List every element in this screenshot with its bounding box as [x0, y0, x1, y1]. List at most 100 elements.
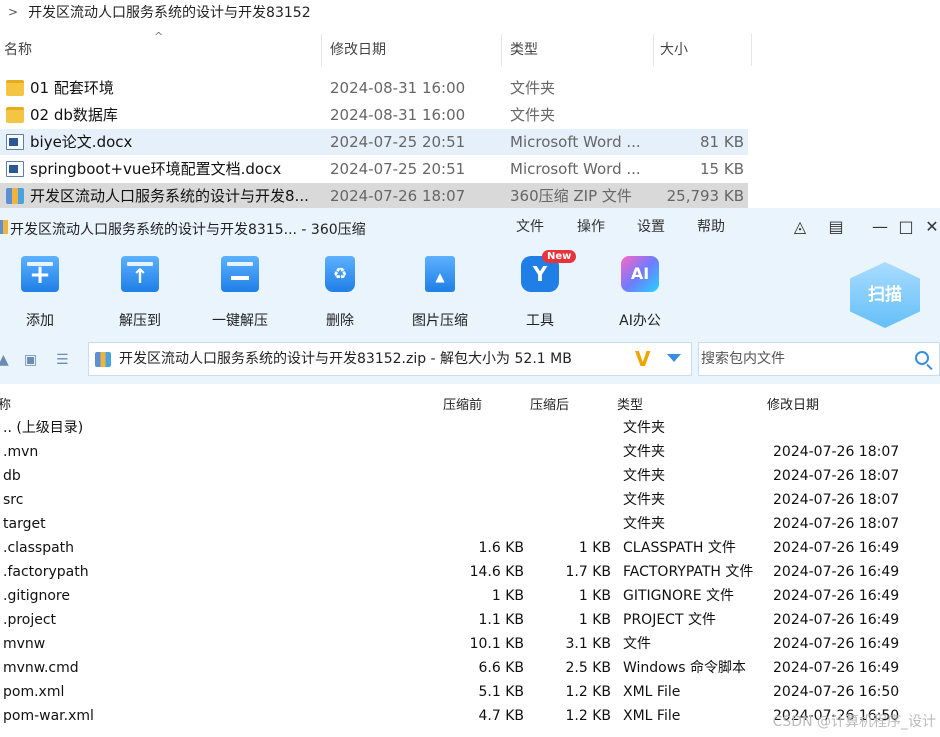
- item-type: XML File: [623, 708, 681, 724]
- list-item[interactable]: .gitignore 1 KB 1 KB GITIGNORE 文件 2024-0…: [0, 584, 930, 608]
- menu-help[interactable]: 帮助: [697, 208, 725, 246]
- chevron-right-icon: >: [8, 5, 19, 19]
- skin-shirt-icon[interactable]: ◬: [790, 218, 810, 236]
- add-icon: [21, 256, 59, 292]
- archive-path-field[interactable]: 开发区流动人口服务系统的设计与开发83152.zip - 解包大小为 52.1 …: [88, 342, 692, 376]
- extract-to-icon: [121, 256, 159, 292]
- file-size: 81 KB: [700, 133, 744, 151]
- search-input[interactable]: [701, 343, 901, 375]
- up-level-icon[interactable]: ▲: [0, 352, 9, 368]
- item-type: 文件夹: [623, 492, 665, 508]
- list-item[interactable]: src 文件夹 2024-07-26 18:07: [0, 488, 930, 512]
- list-item[interactable]: .. (上级目录) 文件夹: [0, 416, 930, 440]
- item-modified: 2024-07-26 16:49: [773, 636, 900, 652]
- image-compress-label: 图片压缩: [412, 313, 468, 329]
- file-size: 25,793 KB: [666, 187, 744, 205]
- list-item[interactable]: db 文件夹 2024-07-26 18:07: [0, 464, 930, 488]
- one-click-extract-button[interactable]: 一键解压: [200, 256, 280, 330]
- item-size-before: 14.6 KB: [469, 564, 524, 580]
- verified-v-icon[interactable]: V: [635, 347, 650, 371]
- search-icon[interactable]: [915, 351, 929, 365]
- list-item[interactable]: .factorypath 14.6 KB 1.7 KB FACTORYPATH …: [0, 560, 930, 584]
- file-type: 文件夹: [510, 79, 556, 97]
- file-name: 01 配套环境: [30, 79, 114, 97]
- breadcrumb[interactable]: > 开发区流动人口服务系统的设计与开发83152: [0, 0, 940, 24]
- item-modified: 2024-07-26 18:07: [773, 444, 900, 460]
- item-type: 文件夹: [623, 444, 665, 460]
- menu-operate[interactable]: 操作: [577, 208, 605, 246]
- sort-ascending-icon: ^: [154, 30, 164, 43]
- list-item[interactable]: mvnw.cmd 6.6 KB 2.5 KB Windows 命令脚本 2024…: [0, 656, 930, 680]
- extract-to-button[interactable]: 解压到: [100, 256, 180, 330]
- item-modified: 2024-07-26 16:49: [773, 540, 900, 556]
- column-modified[interactable]: 修改日期: [767, 394, 819, 413]
- explorer-row[interactable]: springboot+vue环境配置文档.docx 2024-07-25 20:…: [0, 156, 748, 182]
- image-compress-button[interactable]: 图片压缩: [400, 256, 480, 330]
- column-name[interactable]: 称: [0, 394, 11, 413]
- toolbar: 添加 解压到 一键解压 删除 图片压缩 工具 New AI办公 扫描: [0, 242, 940, 334]
- ai-office-label: AI办公: [619, 313, 661, 329]
- item-size-after: 1.2 KB: [565, 684, 612, 700]
- delete-icon: [325, 256, 355, 292]
- close-icon[interactable]: ✕: [922, 218, 940, 236]
- list-item[interactable]: target 文件夹 2024-07-26 18:07: [0, 512, 930, 536]
- chevron-down-icon[interactable]: [667, 354, 681, 362]
- menu-settings[interactable]: 设置: [637, 208, 665, 246]
- word-doc-icon: [6, 161, 24, 177]
- app-icon: [0, 220, 8, 234]
- item-name: db: [3, 468, 21, 484]
- list-item[interactable]: .classpath 1.6 KB 1 KB CLASSPATH 文件 2024…: [0, 536, 930, 560]
- file-name: 02 db数据库: [30, 106, 118, 124]
- item-size-after: 1.2 KB: [565, 708, 612, 724]
- explorer-row[interactable]: biye论文.docx 2024-07-25 20:51 Microsoft W…: [0, 129, 748, 155]
- scan-button[interactable]: 扫描: [850, 262, 920, 328]
- file-date: 2024-07-26 18:07: [330, 187, 466, 205]
- menu-file[interactable]: 文件: [516, 208, 544, 246]
- item-size-after: 1 KB: [578, 612, 611, 628]
- file-size: 15 KB: [700, 160, 744, 178]
- item-name: .mvn: [3, 444, 39, 460]
- view-thumbnail-icon[interactable]: ▣: [24, 352, 37, 368]
- delete-button[interactable]: 删除: [300, 256, 380, 330]
- item-name: .classpath: [3, 540, 75, 556]
- folder-icon: [6, 80, 24, 96]
- item-size-after: 1.7 KB: [565, 564, 612, 580]
- item-size-before: 1.1 KB: [478, 612, 525, 628]
- item-modified: 2024-07-26 16:49: [773, 564, 900, 580]
- item-name: .. (上级目录): [3, 420, 84, 436]
- ai-office-button[interactable]: AI办公: [600, 256, 680, 330]
- column-packed-before[interactable]: 压缩前: [443, 394, 482, 413]
- zip-archive-icon: [95, 352, 111, 367]
- item-name: target: [3, 516, 46, 532]
- item-type: Windows 命令脚本: [623, 660, 746, 676]
- item-modified: 2024-07-26 16:50: [773, 684, 900, 700]
- explorer-row-selected[interactable]: 开发区流动人口服务系统的设计与开发8... 2024-07-26 18:07 3…: [0, 183, 748, 209]
- search-box[interactable]: [698, 342, 940, 376]
- view-list-icon[interactable]: ☰: [56, 352, 69, 368]
- item-modified: 2024-07-26 18:07: [773, 516, 900, 532]
- add-button[interactable]: 添加: [0, 256, 80, 330]
- feedback-icon[interactable]: ▤: [826, 218, 846, 236]
- list-item[interactable]: pom.xml 5.1 KB 1.2 KB XML File 2024-07-2…: [0, 680, 930, 704]
- minimize-icon[interactable]: —: [870, 218, 890, 236]
- column-size[interactable]: 大小: [656, 34, 752, 66]
- column-date[interactable]: 修改日期: [326, 34, 502, 66]
- item-type: CLASSPATH 文件: [623, 540, 736, 556]
- explorer-row[interactable]: 01 配套环境 2024-08-31 16:00 文件夹: [0, 75, 748, 101]
- file-name: springboot+vue环境配置文档.docx: [30, 160, 282, 178]
- column-type[interactable]: 类型: [506, 34, 654, 66]
- column-packed-after[interactable]: 压缩后: [530, 394, 569, 413]
- item-size-after: 1 KB: [578, 588, 611, 604]
- file-date: 2024-08-31 16:00: [330, 79, 466, 97]
- item-size-after: 3.1 KB: [565, 636, 612, 652]
- item-name: pom.xml: [3, 684, 65, 700]
- list-item[interactable]: mvnw 10.1 KB 3.1 KB 文件 2024-07-26 16:49: [0, 632, 930, 656]
- explorer-row[interactable]: 02 db数据库 2024-08-31 16:00 文件夹: [0, 102, 748, 128]
- column-type[interactable]: 类型: [617, 394, 643, 413]
- list-item[interactable]: .project 1.1 KB 1 KB PROJECT 文件 2024-07-…: [0, 608, 930, 632]
- title-bar[interactable]: 开发区流动人口服务系统的设计与开发8315... - 360压缩 文件 操作 设…: [0, 208, 940, 242]
- maximize-icon[interactable]: □: [896, 218, 916, 236]
- tools-button[interactable]: 工具: [500, 256, 580, 330]
- list-item[interactable]: .mvn 文件夹 2024-07-26 18:07: [0, 440, 930, 464]
- breadcrumb-folder[interactable]: 开发区流动人口服务系统的设计与开发83152: [28, 2, 311, 22]
